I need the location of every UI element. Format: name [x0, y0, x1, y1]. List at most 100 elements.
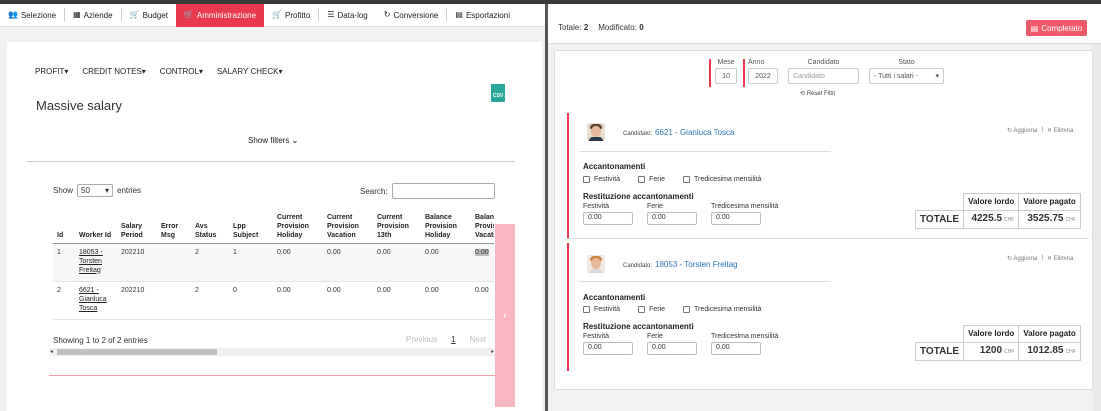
scroll-left-icon[interactable]: ◂ [50, 348, 53, 355]
column-header[interactable]: Error Msg [157, 205, 191, 244]
right-pane: Totale: 2 Modificato: 0 ▤ Completato Mese… [548, 4, 1101, 411]
card-separator [579, 151, 831, 152]
summary-counts: Totale: 2 Modificato: 0 [558, 23, 644, 32]
show-filters-toggle[interactable]: Show filters ⌄ [248, 136, 298, 145]
checkbox-ferie[interactable]: Ferie [638, 306, 665, 313]
table-row[interactable]: 2 6621 - Gianluca Tosca 202210 2 0 0.00 … [53, 281, 494, 320]
checkbox-icon [683, 176, 691, 183]
table-row[interactable]: 1 18053 - Torsten Freitag 202210 2 1 0.0… [53, 243, 494, 282]
rest-festivita-input[interactable]: 0.00 [583, 342, 633, 355]
elimina-button[interactable]: ✕ Elimina [1047, 255, 1073, 262]
column-header[interactable]: Salary Period [117, 205, 157, 244]
checkbox-festivita[interactable]: Festività [583, 306, 620, 313]
column-header[interactable]: Current Provision 13th [373, 205, 421, 244]
vertical-scrollbar[interactable] [1093, 44, 1101, 411]
nav-item-conversione[interactable]: ↻ Conversione [376, 4, 447, 27]
candidate-link[interactable]: 6621 - Gianluca Tosca [655, 128, 734, 137]
cart-icon: 🛒 [129, 10, 140, 19]
menu-control[interactable]: CONTROL▾ [160, 67, 203, 76]
checkbox-tredicesima[interactable]: Tredicesima mensilità [683, 176, 761, 183]
pagination-previous[interactable]: Previous [406, 335, 437, 344]
top-navbar: 👥 Selezione ▦ Aziende 🛒 Budget 🛒 Amministraz… [0, 3, 545, 27]
side-panel-toggle[interactable]: ‹ [495, 224, 515, 407]
pagination: Previous 1 Next [406, 335, 486, 344]
main-panel: PROFIT▾ CREDIT NOTES▾ CONTROL▾ SALARY CH… [7, 42, 542, 411]
checkbox-icon [583, 176, 590, 183]
salary-table-wrapper: Id Worker Id Salary Period Error Msg Avs… [53, 205, 494, 323]
chevron-down-icon: ▾ [935, 73, 939, 80]
nav-item-profitto[interactable]: 🛒 Profitto [264, 4, 318, 27]
rest-ferie-input[interactable]: 0.00 [647, 212, 697, 225]
file-icon: ▤ [1030, 23, 1039, 33]
nav-item-budget[interactable]: 🛒 Budget [122, 4, 176, 27]
column-header[interactable]: Balance Provision Holiday [421, 205, 471, 244]
aggiorna-button[interactable]: ↻ Aggiorna [1007, 127, 1037, 134]
table-info: Showing 1 to 2 of 2 entries [53, 336, 148, 345]
column-header[interactable]: Current Provision Vacation [323, 205, 373, 244]
completato-button[interactable]: ▤ Completato [1026, 20, 1087, 36]
nav-item-amministrazione[interactable]: 🛒 Amministrazione [175, 3, 265, 27]
checkbox-icon [638, 176, 646, 183]
page-length-select[interactable]: 50 ▾ [77, 184, 114, 197]
refresh-icon: ↻ [383, 10, 391, 19]
salary-card: Candidato: 6621 - Gianluca Tosca ↻ Aggior… [567, 113, 1089, 239]
elimina-button[interactable]: ✕ Elimina [1047, 127, 1073, 134]
salary-review-body: Mese 10 Anno 2022 Candidato Candidato St… [554, 50, 1093, 390]
avatar [587, 123, 605, 141]
pagination-page[interactable]: 1 [451, 335, 455, 344]
checkbox-ferie[interactable]: Ferie [638, 176, 665, 183]
divider [27, 161, 515, 162]
avatar-face [591, 258, 601, 269]
nav-item-esportazioni[interactable]: ▤ Esportazioni [447, 4, 518, 27]
column-header[interactable]: Worker Id [75, 205, 117, 244]
menu-profit[interactable]: PROFIT▾ [35, 67, 68, 76]
salary-table: Id Worker Id Salary Period Error Msg Avs… [53, 205, 494, 320]
file-icon: ▤ [455, 10, 463, 19]
chevron-down-icon: ⌄ [291, 136, 299, 145]
nav-item-data-log[interactable]: ☰ Data-log [319, 4, 375, 27]
candidate-link[interactable]: 18053 - Torsten Freitag [655, 260, 738, 269]
avatar-face [591, 126, 601, 137]
cart-icon: 🛒 [272, 10, 282, 19]
nav-item-aziende[interactable]: ▦ Aziende [65, 4, 120, 27]
rest-tredicesima-input[interactable]: 0.00 [711, 212, 761, 225]
restituzione-fields: Festività 0.00 Ferie 0.00 Tredicesima mens… [583, 203, 778, 225]
rest-tredicesima-input[interactable]: 0.00 [711, 342, 761, 355]
checkbox-icon [583, 306, 590, 313]
filter-stato: Stato - Tutti i salari - ▾ [869, 59, 944, 84]
rest-ferie-input[interactable]: 0.00 [647, 342, 697, 355]
restituzione-fields: Festività 0.00 Ferie 0.00 Tredicesima mens… [583, 333, 778, 355]
filter-candidato: Candidato Candidato [788, 59, 859, 84]
candidate-label: Candidato: 18053 - Torsten Freitag [623, 260, 738, 269]
checkbox-icon [683, 306, 691, 313]
refresh-icon: ↻ [1007, 128, 1013, 134]
anno-input[interactable]: 2022 [748, 68, 778, 84]
checkbox-icon [638, 306, 646, 313]
column-header[interactable]: Lpp Subject [229, 205, 273, 244]
column-header[interactable]: Current Provision Holiday [273, 205, 323, 244]
menu-credit-notes[interactable]: CREDIT NOTES▾ [82, 67, 145, 76]
candidato-input[interactable]: Candidato [788, 68, 859, 84]
menu-salary-check[interactable]: SALARY CHECK▾ [217, 67, 283, 76]
horizontal-scrollbar[interactable]: ◂ ▸ [49, 348, 495, 356]
stato-select[interactable]: - Tutti i salari - ▾ [869, 68, 944, 84]
column-header[interactable]: Balance Provision Vacation [471, 205, 494, 244]
aggiorna-button[interactable]: ↻ Aggiorna [1007, 255, 1037, 262]
nav-item-selezione[interactable]: 👥 Selezione [0, 4, 64, 27]
page-title: Massive salary [36, 98, 122, 113]
pagination-next[interactable]: Next [470, 335, 486, 344]
checkbox-festivita[interactable]: Festività [583, 176, 620, 183]
csv-export-icon[interactable]: CSV [491, 84, 505, 102]
checkbox-tredicesima[interactable]: Tredicesima mensilità [683, 306, 761, 313]
column-header[interactable]: Id [53, 205, 75, 244]
scroll-right-icon[interactable]: ▸ [491, 348, 494, 355]
reset-filters-link[interactable]: ⟲ Reset Filtri [800, 90, 835, 97]
column-header[interactable]: Avs Status [191, 205, 229, 244]
rest-festivita-input[interactable]: 0.00 [583, 212, 633, 225]
search-input[interactable] [391, 183, 495, 199]
scrollbar-thumb[interactable] [57, 349, 217, 355]
worker-link[interactable]: 18053 - Torsten Freitag [79, 249, 103, 274]
worker-link[interactable]: 6621 - Gianluca Tosca [79, 287, 107, 312]
mese-input[interactable]: 10 [715, 68, 737, 84]
building-icon: ▦ [73, 10, 81, 19]
